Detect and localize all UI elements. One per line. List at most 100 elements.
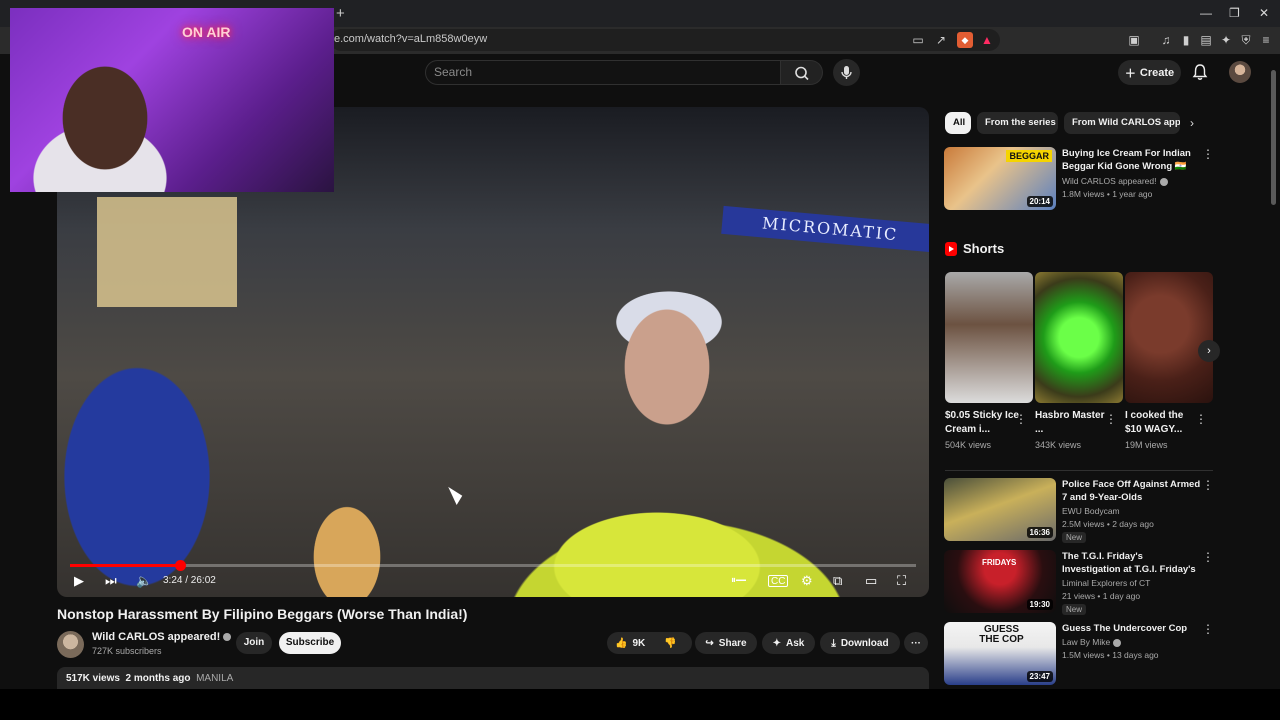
- subscribe-button[interactable]: Subscribe: [279, 632, 341, 654]
- leo-ai-icon[interactable]: ✦: [1218, 32, 1234, 48]
- video-duration: 16:36: [1026, 527, 1053, 538]
- scrollbar-thumb[interactable]: [1271, 70, 1276, 205]
- search-placeholder: Search: [434, 65, 473, 79]
- more-vertical-icon[interactable]: ⋮: [1195, 412, 1207, 426]
- notifications-bell-icon[interactable]: [1191, 63, 1209, 81]
- video-duration: 19:30: [1026, 599, 1053, 610]
- more-vertical-icon[interactable]: ⋮: [1015, 412, 1027, 426]
- short-thumbnail[interactable]: [945, 272, 1033, 403]
- video-title: Nonstop Harassment By Filipino Beggars (…: [57, 606, 468, 622]
- more-actions-button[interactable]: ···: [904, 632, 928, 654]
- play-icon[interactable]: ▶: [74, 573, 84, 589]
- new-tab-button[interactable]: +: [336, 5, 345, 22]
- share-button[interactable]: ↪ Share: [695, 632, 757, 654]
- video-meta: 21 views • 1 day ago: [1062, 591, 1141, 601]
- theater-mode-icon[interactable]: ▭: [865, 573, 877, 589]
- menu-icon[interactable]: ≡: [1258, 32, 1274, 48]
- video-duration: 23:47: [1026, 671, 1053, 682]
- mic-icon: [841, 66, 852, 79]
- location-tag[interactable]: MANILA: [196, 673, 233, 684]
- download-icon: ⤓: [831, 637, 836, 649]
- brave-rewards-icon[interactable]: ▲: [979, 32, 995, 48]
- progress-scrubber[interactable]: [174, 560, 186, 571]
- more-horizontal-icon: ···: [911, 637, 921, 649]
- progress-bar[interactable]: [70, 560, 916, 571]
- brave-shield-icon[interactable]: ◆: [957, 32, 973, 48]
- tab-search-icon[interactable]: ▣: [1126, 32, 1142, 48]
- channel-name[interactable]: Wild CARLOS appeared!: [92, 631, 232, 643]
- short-title[interactable]: $0.05 Sticky Ice Cream i...: [945, 409, 1021, 437]
- video-thumbnail[interactable]: 16:36: [944, 478, 1056, 541]
- more-vertical-icon[interactable]: ⋮: [1202, 147, 1214, 161]
- scene-sign: MICROMATIC: [721, 205, 929, 253]
- video-title-link[interactable]: Police Face Off Against Armed 7 and 9-Ye…: [1062, 478, 1202, 504]
- download-button[interactable]: ⤓ Download: [820, 632, 900, 654]
- create-label: Create: [1139, 66, 1175, 79]
- chevron-right-icon[interactable]: ›: [1190, 116, 1194, 130]
- short-thumbnail[interactable]: [1035, 272, 1123, 403]
- next-icon[interactable]: ⏭: [105, 573, 117, 589]
- like-dislike-group: 👍 9K 👎: [607, 632, 692, 654]
- short-title[interactable]: I cooked the $10 WAGY...: [1125, 409, 1201, 437]
- share-page-icon[interactable]: ↗: [933, 32, 949, 48]
- like-icon[interactable]: 👍: [615, 638, 627, 649]
- search-button[interactable]: [781, 60, 823, 85]
- channel-avatar[interactable]: [57, 631, 84, 658]
- sidebar-toggle-icon[interactable]: ▮: [1178, 32, 1194, 48]
- minimize-icon[interactable]: —: [1200, 6, 1212, 20]
- short-views: 343K views: [1035, 440, 1082, 450]
- more-vertical-icon[interactable]: ⋮: [1105, 412, 1117, 426]
- more-vertical-icon[interactable]: ⋮: [1202, 550, 1214, 564]
- more-vertical-icon[interactable]: ⋮: [1202, 478, 1214, 492]
- section-divider: [945, 470, 1213, 471]
- video-thumbnail[interactable]: FRIDAYS 19:30: [944, 550, 1056, 613]
- restore-icon[interactable]: ❐: [1229, 6, 1240, 20]
- cast-icon[interactable]: ▭: [910, 32, 926, 48]
- like-count[interactable]: 9K: [632, 638, 645, 649]
- create-button[interactable]: ＋ Create: [1118, 60, 1181, 85]
- dislike-icon[interactable]: 👎: [664, 638, 676, 649]
- video-channel[interactable]: Liminal Explorers of CT: [1062, 577, 1150, 590]
- vpn-icon[interactable]: ⛨: [1238, 32, 1254, 48]
- volume-icon[interactable]: 🔈: [136, 573, 152, 589]
- plus-icon: ＋: [1124, 67, 1136, 80]
- voice-search-button[interactable]: [833, 59, 860, 86]
- captions-icon[interactable]: CC: [768, 575, 789, 587]
- progress-played: [70, 564, 180, 567]
- chip-from-series[interactable]: From the series: [977, 112, 1058, 134]
- more-vertical-icon[interactable]: ⋮: [1202, 622, 1214, 636]
- short-thumbnail[interactable]: [1125, 272, 1213, 403]
- download-label: Download: [840, 637, 889, 649]
- video-thumbnail[interactable]: BEGGAR 20:14: [944, 147, 1056, 210]
- ask-button[interactable]: ✦ Ask: [762, 632, 815, 654]
- video-title-link[interactable]: Guess The Undercover Cop: [1062, 622, 1202, 635]
- on-air-sign: ON AIR: [182, 24, 231, 40]
- video-channel[interactable]: Wild CARLOS appeared!: [1062, 175, 1168, 188]
- fullscreen-icon[interactable]: ⛶: [897, 573, 906, 589]
- miniplayer-icon[interactable]: ⧉: [833, 573, 842, 589]
- scene-food-stall: [97, 197, 237, 307]
- description-box[interactable]: 517K views 2 months ago MANILA: [57, 667, 929, 689]
- sparkle-icon: ✦: [772, 637, 782, 649]
- chip-all[interactable]: All: [945, 112, 971, 134]
- verified-icon: [1159, 177, 1168, 186]
- close-window-icon[interactable]: ✕: [1259, 6, 1269, 20]
- video-channel[interactable]: Law By Mike: [1062, 636, 1122, 649]
- short-views: 19M views: [1125, 440, 1168, 450]
- video-title-link[interactable]: Buying Ice Cream For Indian Beggar Kid G…: [1062, 147, 1202, 173]
- join-button[interactable]: Join: [236, 632, 272, 654]
- video-channel[interactable]: EWU Bodycam: [1062, 505, 1120, 518]
- search-input[interactable]: [425, 60, 781, 85]
- chip-from-channel[interactable]: From Wild CARLOS appe: [1064, 112, 1180, 134]
- short-views: 504K views: [945, 440, 992, 450]
- short-title[interactable]: Hasbro Master ...: [1035, 409, 1111, 437]
- media-icon[interactable]: ♫: [1158, 32, 1174, 48]
- video-title-link[interactable]: The T.G.I. Friday's Investigation at T.G…: [1062, 550, 1202, 576]
- wallet-icon[interactable]: ▤: [1198, 32, 1214, 48]
- video-thumbnail[interactable]: GUESS THE COP 23:47: [944, 622, 1056, 685]
- shorts-next-button[interactable]: ›: [1198, 340, 1220, 362]
- account-avatar[interactable]: [1229, 61, 1251, 83]
- url-text[interactable]: e.com/watch?v=aLm858w0eyw: [334, 33, 487, 45]
- autoplay-toggle-icon[interactable]: ⏸━: [731, 573, 746, 589]
- settings-gear-icon[interactable]: ⚙: [801, 573, 813, 589]
